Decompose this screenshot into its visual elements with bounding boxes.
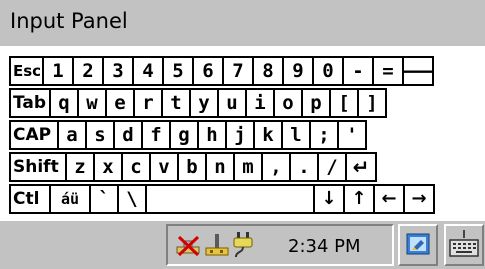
key-g[interactable]: g: [169, 120, 199, 150]
window-title: Input Panel: [10, 9, 128, 33]
key-arrow-down[interactable]: ↓: [313, 184, 345, 214]
key-n[interactable]: n: [205, 152, 235, 182]
key-slash[interactable]: /: [317, 152, 347, 182]
input-method-icon: [406, 233, 430, 255]
key-international[interactable]: áü: [49, 184, 91, 214]
key-3[interactable]: 3: [102, 56, 134, 86]
taskbar: 2:34 PM: [0, 221, 485, 269]
key-space[interactable]: [145, 184, 315, 214]
key-e[interactable]: e: [105, 88, 135, 118]
key-q[interactable]: q: [49, 88, 79, 118]
system-tray: 2:34 PM: [166, 224, 394, 266]
key-l[interactable]: l: [281, 120, 311, 150]
keyboard-icon: [449, 230, 479, 257]
key-equals[interactable]: =: [372, 56, 404, 86]
key-minus[interactable]: -: [342, 56, 374, 86]
key-6[interactable]: 6: [192, 56, 224, 86]
key-caps-lock[interactable]: CAP: [9, 120, 59, 150]
key-0[interactable]: 0: [312, 56, 344, 86]
key-8[interactable]: 8: [252, 56, 284, 86]
key-p[interactable]: p: [301, 88, 331, 118]
key-b[interactable]: b: [177, 152, 207, 182]
key-7[interactable]: 7: [222, 56, 254, 86]
key-w[interactable]: w: [77, 88, 107, 118]
key-o[interactable]: o: [273, 88, 303, 118]
key-backslash[interactable]: \: [117, 184, 147, 214]
arrow-right-icon: →: [411, 188, 427, 209]
arrow-up-icon: ↑: [351, 188, 367, 209]
key-enter[interactable]: ↵: [345, 152, 377, 182]
key-h[interactable]: h: [197, 120, 227, 150]
key-arrow-up[interactable]: ↑: [343, 184, 375, 214]
keyboard-toggle-button[interactable]: [444, 224, 484, 266]
key-9[interactable]: 9: [282, 56, 314, 86]
key-left-bracket[interactable]: [: [329, 88, 359, 118]
backspace-arrow-icon: 🡐: [404, 61, 432, 81]
key-shift[interactable]: Shift: [9, 152, 67, 182]
title-bar[interactable]: Input Panel: [0, 0, 485, 46]
usb-device-icon[interactable]: [204, 231, 230, 259]
key-arrow-left[interactable]: ←: [373, 184, 405, 214]
key-s[interactable]: s: [85, 120, 115, 150]
key-esc[interactable]: Esc: [9, 56, 44, 86]
key-i[interactable]: i: [245, 88, 275, 118]
key-5[interactable]: 5: [162, 56, 194, 86]
key-tab[interactable]: Tab: [9, 88, 51, 118]
key-c[interactable]: c: [121, 152, 151, 182]
arrow-down-icon: ↓: [321, 188, 337, 209]
clock-time[interactable]: 2:34 PM: [288, 236, 361, 257]
key-v[interactable]: v: [149, 152, 179, 182]
key-j[interactable]: j: [225, 120, 255, 150]
key-z[interactable]: z: [65, 152, 95, 182]
key-m[interactable]: m: [233, 152, 263, 182]
key-semicolon[interactable]: ;: [309, 120, 339, 150]
key-1[interactable]: 1: [42, 56, 74, 86]
key-arrow-right[interactable]: →: [403, 184, 435, 214]
soft-keyboard: Esc 1 2 3 4 5 6 7 8 9 0 - = 🡐 Tab q w e …: [0, 46, 485, 221]
key-apostrophe[interactable]: ': [337, 120, 367, 150]
power-plug-icon[interactable]: [230, 229, 258, 261]
key-r[interactable]: r: [133, 88, 163, 118]
input-panel-window: Input Panel Esc 1 2 3 4 5 6 7 8 9 0 - = …: [0, 0, 485, 269]
key-4[interactable]: 4: [132, 56, 164, 86]
key-a[interactable]: a: [57, 120, 87, 150]
key-backspace[interactable]: 🡐: [402, 56, 434, 86]
key-d[interactable]: d: [113, 120, 143, 150]
key-x[interactable]: x: [93, 152, 123, 182]
enter-arrow-icon: ↵: [352, 155, 370, 179]
key-y[interactable]: y: [189, 88, 219, 118]
key-f[interactable]: f: [141, 120, 171, 150]
key-comma[interactable]: ,: [261, 152, 291, 182]
key-period[interactable]: .: [289, 152, 319, 182]
key-u[interactable]: u: [217, 88, 247, 118]
key-backtick[interactable]: `: [89, 184, 119, 214]
key-k[interactable]: k: [253, 120, 283, 150]
key-2[interactable]: 2: [72, 56, 104, 86]
network-disconnected-icon[interactable]: [174, 233, 204, 259]
input-method-button[interactable]: [398, 224, 438, 266]
key-ctrl[interactable]: Ctl: [9, 184, 51, 214]
arrow-left-icon: ←: [381, 188, 397, 209]
key-right-bracket[interactable]: ]: [357, 88, 387, 118]
key-t[interactable]: t: [161, 88, 191, 118]
